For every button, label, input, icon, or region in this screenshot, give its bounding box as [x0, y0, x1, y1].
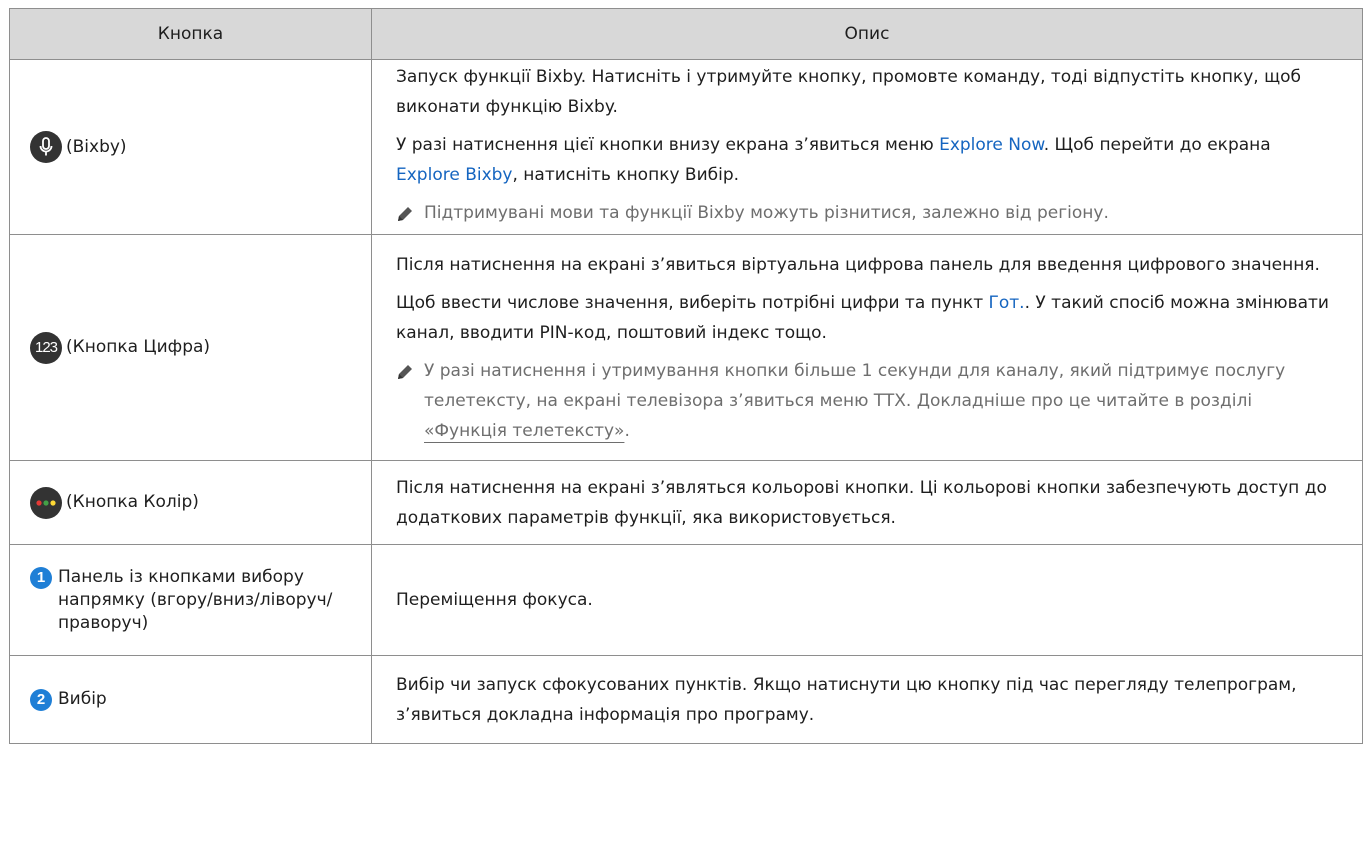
button-label: (Bixby) — [66, 136, 127, 157]
column-header-description: Опис — [371, 8, 1363, 60]
note: Підтримувані мови та функції Bixby можут… — [396, 198, 1338, 233]
pencil-icon — [396, 203, 416, 233]
description-cell-direction: Переміщення фокуса. — [371, 544, 1363, 656]
button-cell-direction: 1 Панель із кнопками вибору напрямку (вг… — [9, 544, 372, 656]
table-header-row: Кнопка Опис — [9, 8, 1363, 60]
description-cell-number: Після натиснення на екрані з’явиться вір… — [371, 234, 1363, 461]
description-cell-select: Вибір чи запуск сфокусованих пунктів. Як… — [371, 655, 1363, 744]
description-paragraph: Вибір чи запуск сфокусованих пунктів. Як… — [396, 674, 1297, 725]
table-row: (Кнопка Колір) Після натиснення на екран… — [9, 460, 1363, 545]
note-text: У разі натиснення і утримування кнопки б… — [424, 360, 1286, 441]
button-cell-bixby: (Bixby) — [9, 59, 372, 235]
table-row: (Bixby) Запуск функції Bixby. Натисніть … — [9, 59, 1363, 235]
note: У разі натиснення і утримування кнопки б… — [396, 356, 1338, 446]
description-cell-color: Після натиснення на екрані з’являться ко… — [371, 460, 1363, 545]
pencil-icon — [396, 361, 416, 391]
color-buttons-icon — [30, 486, 62, 519]
button-label: Вибір — [58, 689, 107, 709]
table-row: 123 (Кнопка Цифра) Після натиснення на е… — [9, 234, 1363, 461]
description-cell-bixby: Запуск функції Bixby. Натисніть і утриму… — [371, 59, 1363, 235]
button-cell-color: (Кнопка Колір) — [9, 460, 372, 545]
explore-now-link[interactable]: Explore Now — [939, 135, 1044, 155]
done-link[interactable]: Гот. — [989, 293, 1025, 313]
description-paragraph: У разі натиснення цієї кнопки внизу екра… — [396, 134, 1271, 185]
button-label: Панель із кнопками вибору напрямку (вгор… — [58, 566, 333, 633]
description-paragraph: Запуск функції Bixby. Натисніть і утриму… — [396, 66, 1301, 117]
table-row: 2 Вибір Вибір чи запуск сфокусованих пун… — [9, 655, 1363, 744]
description-paragraph: Переміщення фокуса. — [396, 590, 593, 610]
button-cell-number: 123 (Кнопка Цифра) — [9, 234, 372, 461]
button-label: (Кнопка Цифра) — [66, 337, 211, 357]
button-cell-select: 2 Вибір — [9, 655, 372, 744]
remote-buttons-table: Кнопка Опис (Bixby) Запуск функції Bixby… — [9, 8, 1363, 744]
column-header-button: Кнопка — [9, 8, 372, 60]
explore-bixby-link[interactable]: Explore Bixby — [396, 165, 513, 185]
description-paragraph: Після натиснення на екрані з’явиться вір… — [396, 254, 1320, 275]
note-text: Підтримувані мови та функції Bixby можут… — [424, 202, 1109, 223]
button-label: (Кнопка Колір) — [66, 492, 199, 512]
description-paragraph: Після натиснення на екрані з’являться ко… — [396, 477, 1327, 528]
teletext-reference-link[interactable]: «Функція телетексту» — [424, 421, 624, 441]
number-123-icon: 123 — [30, 331, 62, 364]
table-row: 1 Панель із кнопками вибору напрямку (вг… — [9, 544, 1363, 656]
description-paragraph: Щоб ввести числове значення, виберіть по… — [396, 292, 1329, 343]
number-2-badge: 2 — [30, 688, 52, 711]
number-1-badge: 1 — [30, 566, 52, 589]
microphone-icon — [30, 131, 62, 163]
